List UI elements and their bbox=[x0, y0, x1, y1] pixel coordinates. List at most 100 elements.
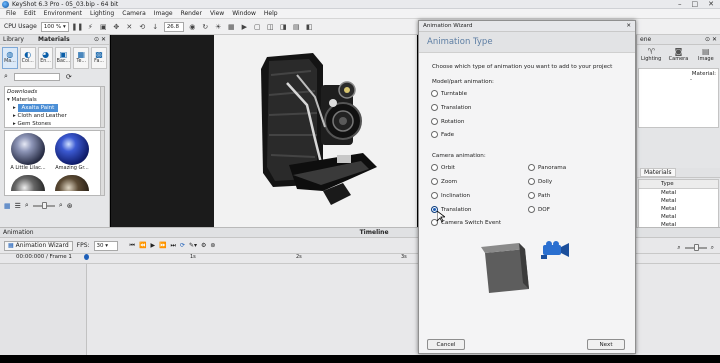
pause-icon[interactable]: ❚❚ bbox=[71, 22, 83, 31]
radio-path[interactable]: Path bbox=[528, 192, 550, 199]
last-frame-icon[interactable]: ⏭ bbox=[171, 242, 176, 250]
tumble-icon[interactable]: ✕ bbox=[125, 22, 134, 31]
grid-view-icon[interactable]: ▦ bbox=[4, 202, 11, 210]
tab-favorites[interactable]: ▩ Fa... bbox=[91, 47, 107, 69]
table-row[interactable]: Metal bbox=[639, 213, 718, 221]
material-thumb[interactable] bbox=[7, 175, 49, 193]
radio-button[interactable] bbox=[431, 131, 438, 138]
minimize-icon[interactable]: – bbox=[678, 0, 682, 8]
table-row[interactable]: Metal bbox=[639, 197, 718, 205]
tab-textures[interactable]: ▦ Te... bbox=[73, 47, 90, 69]
tab-materials[interactable]: ◍ Ma... bbox=[2, 47, 18, 69]
image-button[interactable]: ▤ Image bbox=[693, 47, 719, 65]
material-thumb[interactable]: Amazing Gr... bbox=[51, 133, 93, 173]
tree-item-cloth-and-leather[interactable]: ▸ Cloth and Leather bbox=[7, 112, 102, 120]
close-icon[interactable]: ✕ bbox=[626, 23, 635, 29]
screenshot-icon[interactable]: ◫ bbox=[266, 22, 275, 31]
edit-curve-icon[interactable]: ✎▾ bbox=[189, 242, 197, 249]
search-input[interactable] bbox=[13, 72, 60, 81]
lighting-button[interactable]: ♈ Lighting bbox=[638, 47, 664, 65]
timeline-zoom-slider[interactable] bbox=[684, 244, 707, 251]
camera-icon[interactable]: ◉ bbox=[188, 22, 197, 31]
animation-wizard-button[interactable]: ▦ Animation Wizard bbox=[4, 240, 73, 251]
menu-render[interactable]: Render bbox=[181, 10, 202, 17]
radio-zoom[interactable]: Zoom bbox=[431, 178, 457, 185]
radio-panorama[interactable]: Panorama bbox=[528, 164, 566, 171]
radio-button[interactable] bbox=[431, 164, 438, 171]
tab-colors[interactable]: ◐ Col... bbox=[19, 47, 36, 69]
camera-button[interactable]: ◙ Camera bbox=[665, 47, 691, 65]
table-row[interactable]: Metal bbox=[639, 205, 718, 213]
play-icon[interactable]: ▶ bbox=[150, 242, 155, 249]
menu-view[interactable]: View bbox=[210, 10, 224, 17]
radio-turntable[interactable]: Turntable bbox=[431, 90, 467, 97]
performance-mode-icon[interactable]: ⚡ bbox=[86, 22, 95, 31]
material-thumb[interactable] bbox=[51, 175, 93, 193]
radio-part-translation[interactable]: Translation bbox=[431, 104, 471, 111]
radio-dolly[interactable]: Dolly bbox=[528, 178, 552, 185]
loop-icon[interactable]: ⟳ bbox=[180, 242, 185, 249]
tree-item-axalta-paint[interactable]: ▸ Axalta Paint bbox=[7, 104, 102, 112]
zoom-out-icon[interactable]: ⌕ bbox=[25, 201, 29, 210]
fps-select[interactable]: 30 ▾ bbox=[93, 240, 118, 251]
tree-item-materials[interactable]: ▾ Materials bbox=[7, 96, 102, 104]
menu-help[interactable]: Help bbox=[264, 10, 278, 17]
cpu-usage-select[interactable]: 100 % ▾ bbox=[40, 21, 69, 32]
radio-rotation[interactable]: Rotation bbox=[431, 118, 464, 125]
radio-button[interactable] bbox=[528, 206, 535, 213]
panel-close-icon[interactable]: ⊙ ✕ bbox=[94, 36, 106, 43]
geometry-view-icon[interactable]: ◨ bbox=[279, 22, 288, 31]
next-key-icon[interactable]: ⏩ bbox=[159, 242, 166, 249]
radio-button[interactable] bbox=[431, 118, 438, 125]
radio-inclination[interactable]: Inclination bbox=[431, 192, 470, 199]
radio-button[interactable] bbox=[528, 164, 535, 171]
scene-close-icon[interactable]: ⊙ ✕ bbox=[705, 36, 717, 43]
list-view-icon[interactable]: ☰ bbox=[15, 202, 21, 210]
first-frame-icon[interactable]: ⏮ bbox=[130, 242, 135, 250]
refresh-icon[interactable]: ⟳ bbox=[66, 73, 72, 81]
cancel-button[interactable]: Cancel bbox=[427, 339, 465, 350]
radio-button[interactable] bbox=[528, 178, 535, 185]
menu-environment[interactable]: Environment bbox=[44, 10, 82, 17]
lock-icon[interactable]: ▢ bbox=[253, 22, 262, 31]
play-icon[interactable]: ▶ bbox=[240, 22, 249, 31]
zoom-input[interactable]: 26.8 bbox=[163, 21, 184, 32]
grid-icon[interactable]: ▤ bbox=[292, 22, 301, 31]
material-thumb[interactable]: A Little Lilac... bbox=[7, 133, 49, 173]
settings-icon[interactable]: ⚙ bbox=[201, 242, 206, 249]
radio-button[interactable] bbox=[528, 192, 535, 199]
rotate-icon[interactable]: ↻ bbox=[201, 22, 210, 31]
zoom-out-icon[interactable]: ⌕ bbox=[677, 244, 680, 252]
split-view-icon[interactable]: ◧ bbox=[305, 22, 314, 31]
prev-key-icon[interactable]: ⏪ bbox=[139, 242, 146, 249]
tree-scrollbar[interactable] bbox=[100, 87, 104, 127]
zoom-in-icon[interactable]: ⌕ bbox=[711, 244, 714, 252]
next-button[interactable]: Next bbox=[587, 339, 625, 350]
render-viewport[interactable] bbox=[111, 35, 417, 227]
menu-edit[interactable]: Edit bbox=[24, 10, 36, 17]
favorite-icon[interactable]: ⊛ bbox=[67, 202, 73, 210]
radio-button[interactable] bbox=[431, 192, 438, 199]
zoom-in-icon[interactable]: ⌕ bbox=[59, 201, 63, 210]
radio-fade[interactable]: Fade bbox=[431, 131, 454, 138]
tab-materials[interactable]: Materials bbox=[640, 168, 676, 177]
tree-item-gem-stones[interactable]: ▸ Gem Stones bbox=[7, 120, 102, 127]
move-icon[interactable]: ✥ bbox=[112, 22, 121, 31]
thumbs-scrollbar[interactable] bbox=[100, 131, 104, 195]
menu-file[interactable]: File bbox=[6, 10, 16, 17]
radio-button[interactable] bbox=[431, 90, 438, 97]
menu-lighting[interactable]: Lighting bbox=[90, 10, 114, 17]
preview-icon[interactable]: ⊛ bbox=[210, 242, 215, 249]
menu-image[interactable]: Image bbox=[154, 10, 173, 17]
playhead-handle[interactable] bbox=[84, 254, 89, 260]
maximize-icon[interactable]: □ bbox=[692, 0, 699, 8]
region-icon[interactable]: ▣ bbox=[99, 22, 108, 31]
tree-item-downloads[interactable]: Downloads bbox=[7, 88, 102, 96]
type-column-header[interactable]: Type bbox=[639, 180, 718, 189]
tab-backplates[interactable]: ▣ Bac... bbox=[55, 47, 72, 69]
close-icon[interactable]: ✕ bbox=[708, 0, 714, 8]
photo-icon[interactable]: ▦ bbox=[227, 22, 236, 31]
reset-icon[interactable]: ⟲ bbox=[138, 22, 147, 31]
radio-orbit[interactable]: Orbit bbox=[431, 164, 455, 171]
radio-button[interactable] bbox=[431, 178, 438, 185]
